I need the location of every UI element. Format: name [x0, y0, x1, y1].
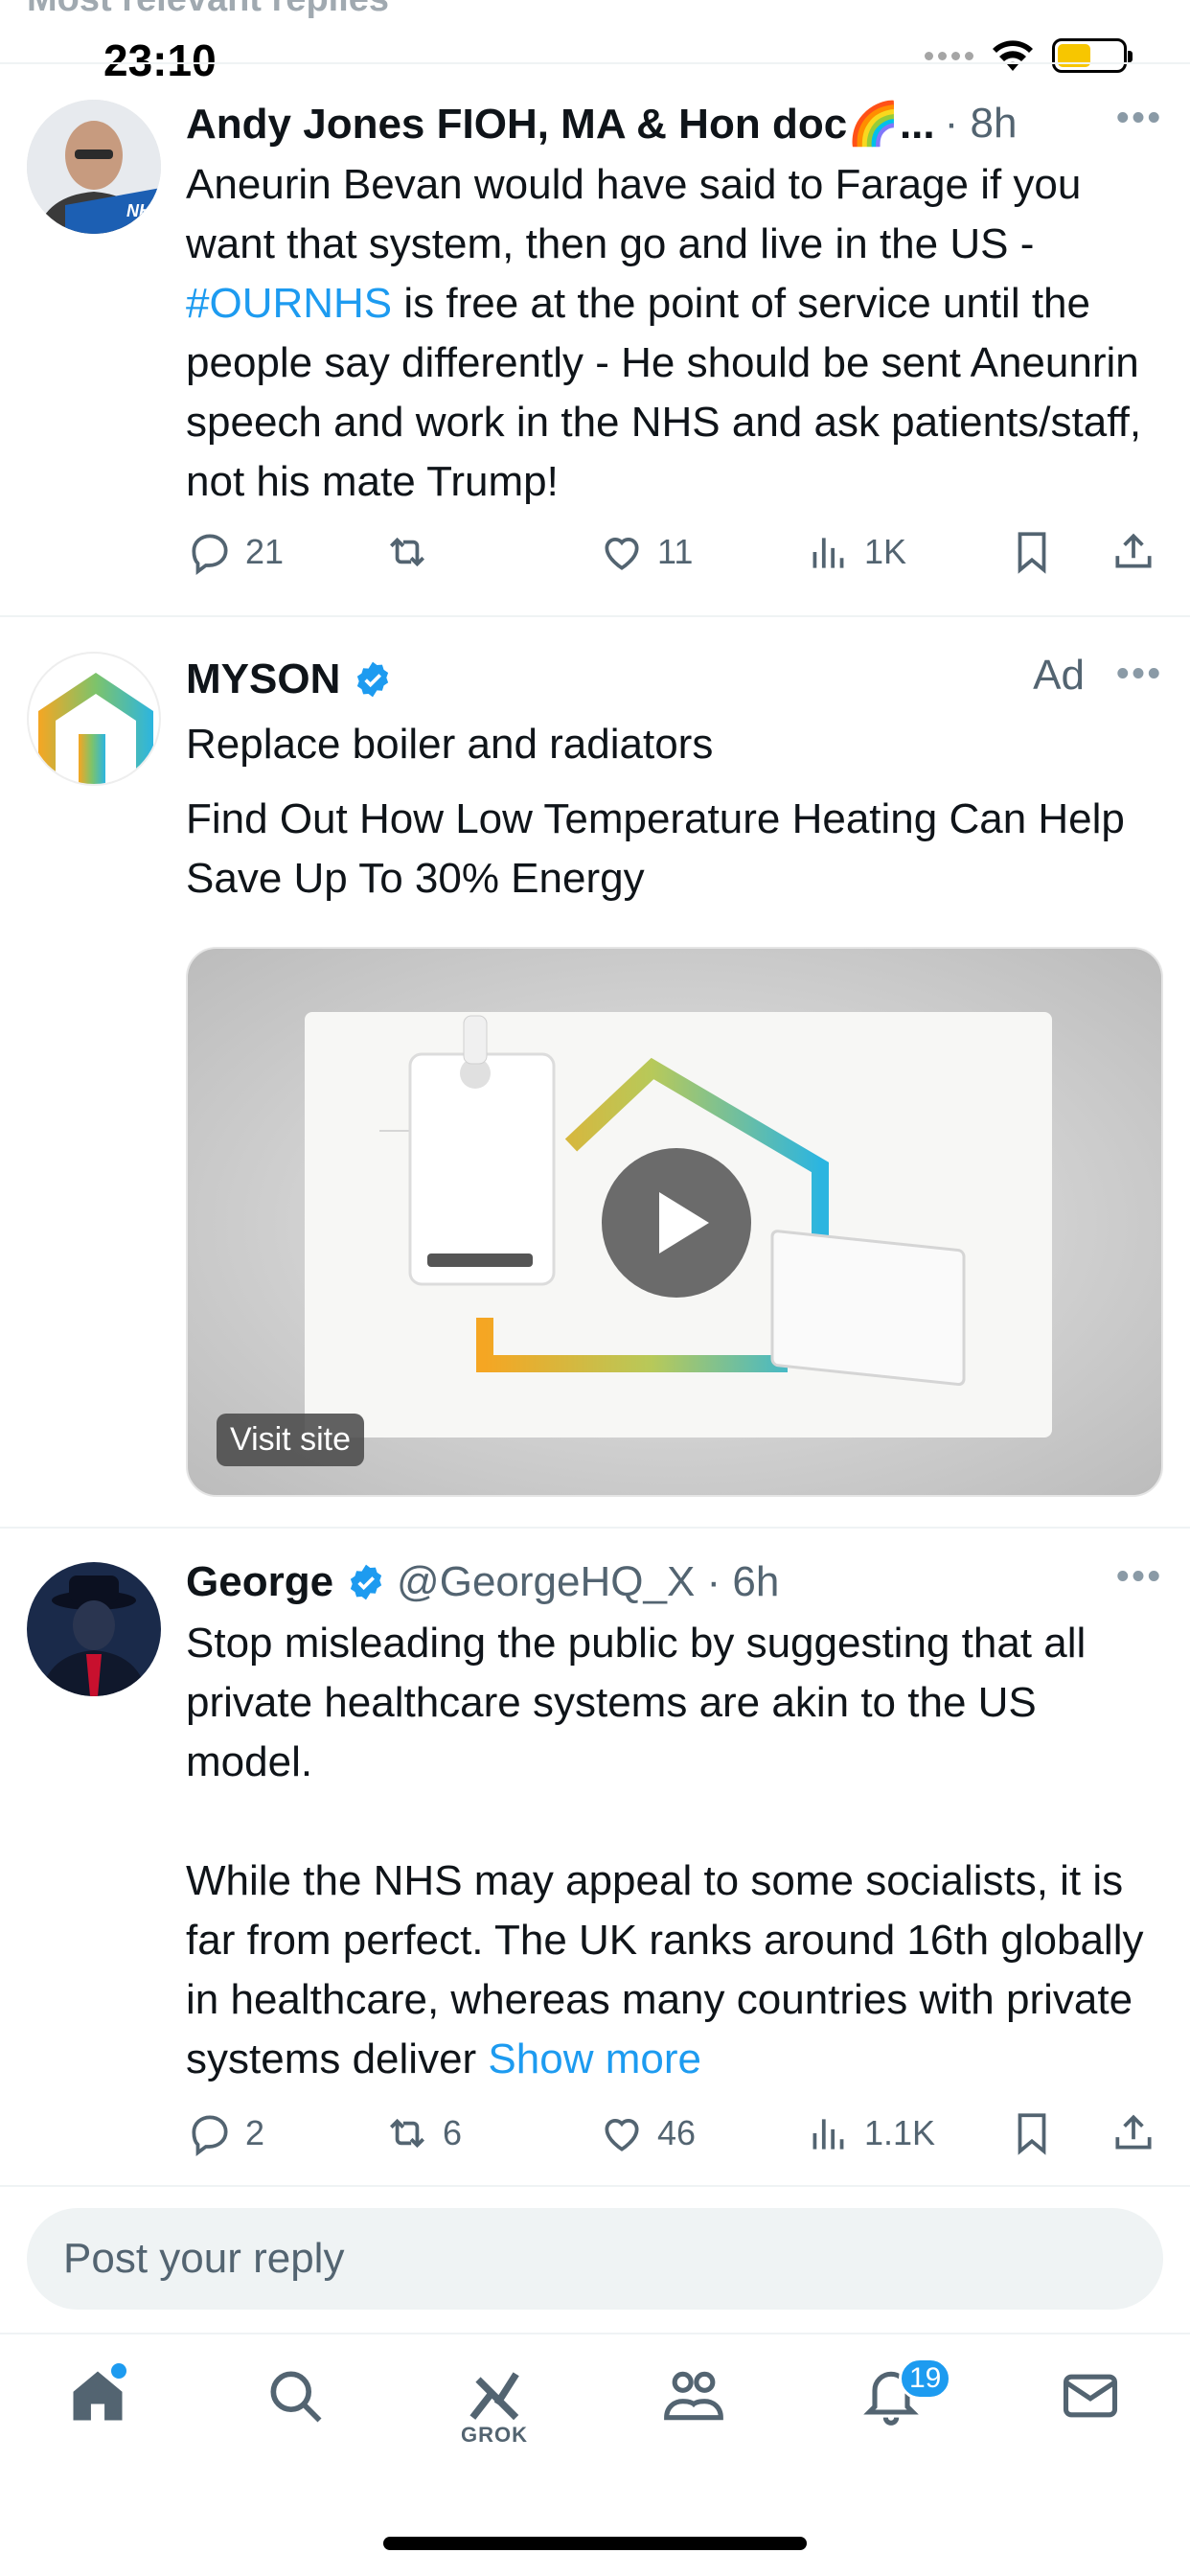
repost-count: 6	[443, 2113, 463, 2152]
post-divider	[0, 2185, 1190, 2187]
ad-headline: Replace boiler and radiators	[186, 721, 714, 768]
ad-post[interactable]: MYSON Replace boiler and radiators Find …	[0, 648, 1190, 1530]
clock: 23:10	[103, 35, 217, 85]
sort-replies-hint[interactable]: Most relevant replies	[27, 0, 389, 20]
avatar[interactable]	[27, 1562, 161, 1696]
header-divider	[0, 62, 1190, 64]
repost-icon	[390, 2118, 424, 2149]
share-icon[interactable]	[1110, 528, 1157, 576]
notification-badge: 19	[899, 2358, 952, 2400]
post-text: Aneurin Bevan would have said to Farage …	[186, 161, 1142, 505]
reply-composer[interactable]	[27, 2208, 1163, 2310]
author-handle-time: @GeorgeHQ_X · 6h	[397, 1558, 780, 1605]
author-name[interactable]: Andy Jones FIOH, MA & Hon doc🌈...	[186, 99, 935, 149]
more-options-icon[interactable]: •••	[1116, 1556, 1163, 1598]
reply-input[interactable]	[27, 2208, 1163, 2310]
nav-grok[interactable]: GROK	[437, 2363, 552, 2459]
nav-communities[interactable]	[636, 2363, 751, 2459]
battery-icon	[1052, 38, 1133, 73]
ad-video[interactable]: Visit site	[186, 947, 1163, 1497]
post-divider	[0, 615, 1190, 617]
bookmark-icon[interactable]	[1008, 528, 1056, 576]
home-unread-dot	[111, 2363, 126, 2379]
visit-site-link[interactable]: Visit site	[217, 1414, 364, 1466]
like-button[interactable]: 11	[598, 528, 693, 576]
home-indicator[interactable]	[383, 2537, 807, 2550]
myson-logo[interactable]	[27, 652, 161, 786]
reply-post[interactable]: George @GeorgeHQ_X · 6h Stop misleading …	[0, 1551, 1190, 2183]
views-button[interactable]: 1.1K	[805, 2109, 935, 2157]
reply-count: 21	[245, 532, 285, 571]
views-icon	[812, 2119, 844, 2150]
views-button[interactable]: 1K	[805, 528, 906, 576]
like-count: 46	[657, 2113, 697, 2152]
post-text: Stop misleading the public by suggesting…	[186, 1620, 1144, 2082]
reply-icon	[192, 534, 228, 575]
wifi-icon	[993, 40, 1033, 71]
grok-label: GROK	[461, 2423, 528, 2447]
grok-icon	[469, 2372, 519, 2421]
repost-icon	[390, 537, 424, 567]
views-count: 1K	[864, 532, 907, 571]
bookmark-icon[interactable]	[1008, 2109, 1056, 2157]
repost-button[interactable]	[383, 528, 443, 576]
more-options-icon[interactable]: •••	[1116, 98, 1163, 139]
reply-icon	[192, 2115, 228, 2156]
search-icon	[270, 2371, 322, 2423]
nav-notifications[interactable]: 19	[834, 2358, 952, 2459]
avatar[interactable]: NHS	[27, 100, 161, 234]
like-button[interactable]: 46	[598, 2109, 696, 2157]
status-bar: Most relevant replies 23:10	[0, 0, 1190, 85]
like-count: 11	[657, 532, 694, 571]
reply-button[interactable]: 21	[186, 528, 284, 576]
post-time: · 8h	[944, 100, 1018, 147]
status-icons	[925, 38, 1133, 73]
nav-search[interactable]	[238, 2363, 353, 2459]
views-icon	[812, 538, 844, 568]
more-options-icon[interactable]: •••	[1116, 654, 1163, 695]
mail-icon	[1063, 2374, 1118, 2418]
heart-icon	[605, 2119, 639, 2151]
avatar-badge: NHS	[126, 201, 161, 220]
hashtag-link[interactable]: #OURNHS	[186, 280, 392, 327]
repost-button[interactable]: 6	[383, 2109, 462, 2157]
ad-label: Ad	[1033, 652, 1085, 699]
nav-home[interactable]	[40, 2363, 155, 2459]
verified-badge-icon	[357, 661, 389, 698]
ad-description: Find Out How Low Temperature Heating Can…	[186, 795, 1125, 902]
reply-count: 2	[245, 2113, 265, 2152]
post-divider	[0, 1527, 1190, 1529]
author-name[interactable]: George	[186, 1558, 333, 1606]
views-count: 1.1K	[864, 2113, 936, 2152]
verified-badge-icon	[350, 1564, 382, 1600]
share-icon[interactable]	[1110, 2109, 1157, 2157]
reply-button[interactable]: 2	[186, 2109, 264, 2157]
show-more-link[interactable]: Show more	[488, 2036, 701, 2082]
heart-icon	[605, 538, 639, 570]
signal-icon	[925, 51, 973, 60]
play-button-icon[interactable]	[602, 1148, 751, 1298]
nav-messages[interactable]	[1033, 2363, 1148, 2459]
reply-post[interactable]: NHS Andy Jones FIOH, MA & Hon doc🌈... · …	[0, 92, 1190, 617]
advertiser-name[interactable]: MYSON	[186, 656, 340, 703]
communities-icon	[664, 2371, 723, 2421]
